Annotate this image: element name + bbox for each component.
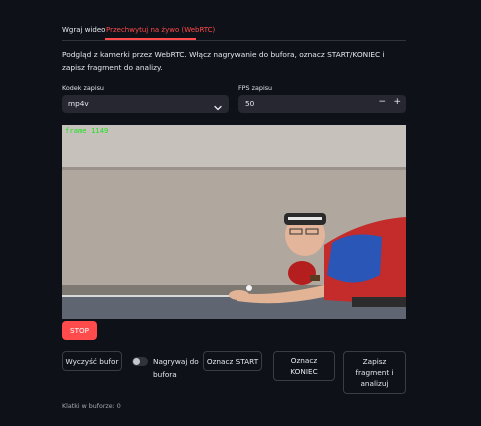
- codec-label: Kodek zapisu: [62, 84, 104, 92]
- record-toggle-switch[interactable]: [132, 357, 148, 366]
- record-toggle-label: Nagrywaj do bufora: [153, 357, 199, 379]
- mark-end-button[interactable]: Oznacz KONIEC: [273, 351, 335, 381]
- fps-label: FPS zapisu: [238, 84, 273, 92]
- buffer-status: Klatki w buforze: 0: [62, 403, 121, 410]
- fps-increment-button[interactable]: +: [393, 97, 401, 107]
- stop-button[interactable]: STOP: [62, 321, 97, 340]
- frame-counter-overlay: frame 1149: [65, 126, 109, 135]
- tab-bar: Wgraj wideo Przechwytuj na żywo (WebRTC): [62, 23, 406, 41]
- clear-buffer-button[interactable]: Wyczyść bufor: [62, 351, 122, 371]
- fps-input-value[interactable]: 50: [245, 99, 254, 108]
- codec-select[interactable]: mp4v: [62, 95, 229, 113]
- mark-start-button[interactable]: Oznacz START: [203, 351, 262, 371]
- codec-select-value: mp4v: [68, 99, 89, 108]
- active-tab-indicator: [105, 38, 196, 40]
- fps-number-input[interactable]: 50 − +: [238, 95, 406, 113]
- save-and-analyze-button[interactable]: Zapisz fragment i analizuj: [343, 351, 406, 394]
- tab-live-capture[interactable]: Przechwytuj na żywo (WebRTC): [106, 26, 215, 34]
- page-description: Podgląd z kamerki przez WebRTC. Włącz na…: [62, 50, 385, 72]
- tab-upload-video[interactable]: Wgraj wideo: [62, 26, 105, 34]
- webcam-video-preview: frame 1149: [62, 125, 406, 319]
- fps-decrement-button[interactable]: −: [378, 97, 386, 107]
- video-frame-image: [62, 125, 406, 319]
- toggle-knob: [133, 358, 140, 365]
- app-page: Wgraj wideo Przechwytuj na żywo (WebRTC)…: [0, 0, 481, 426]
- chevron-down-icon: [213, 98, 223, 117]
